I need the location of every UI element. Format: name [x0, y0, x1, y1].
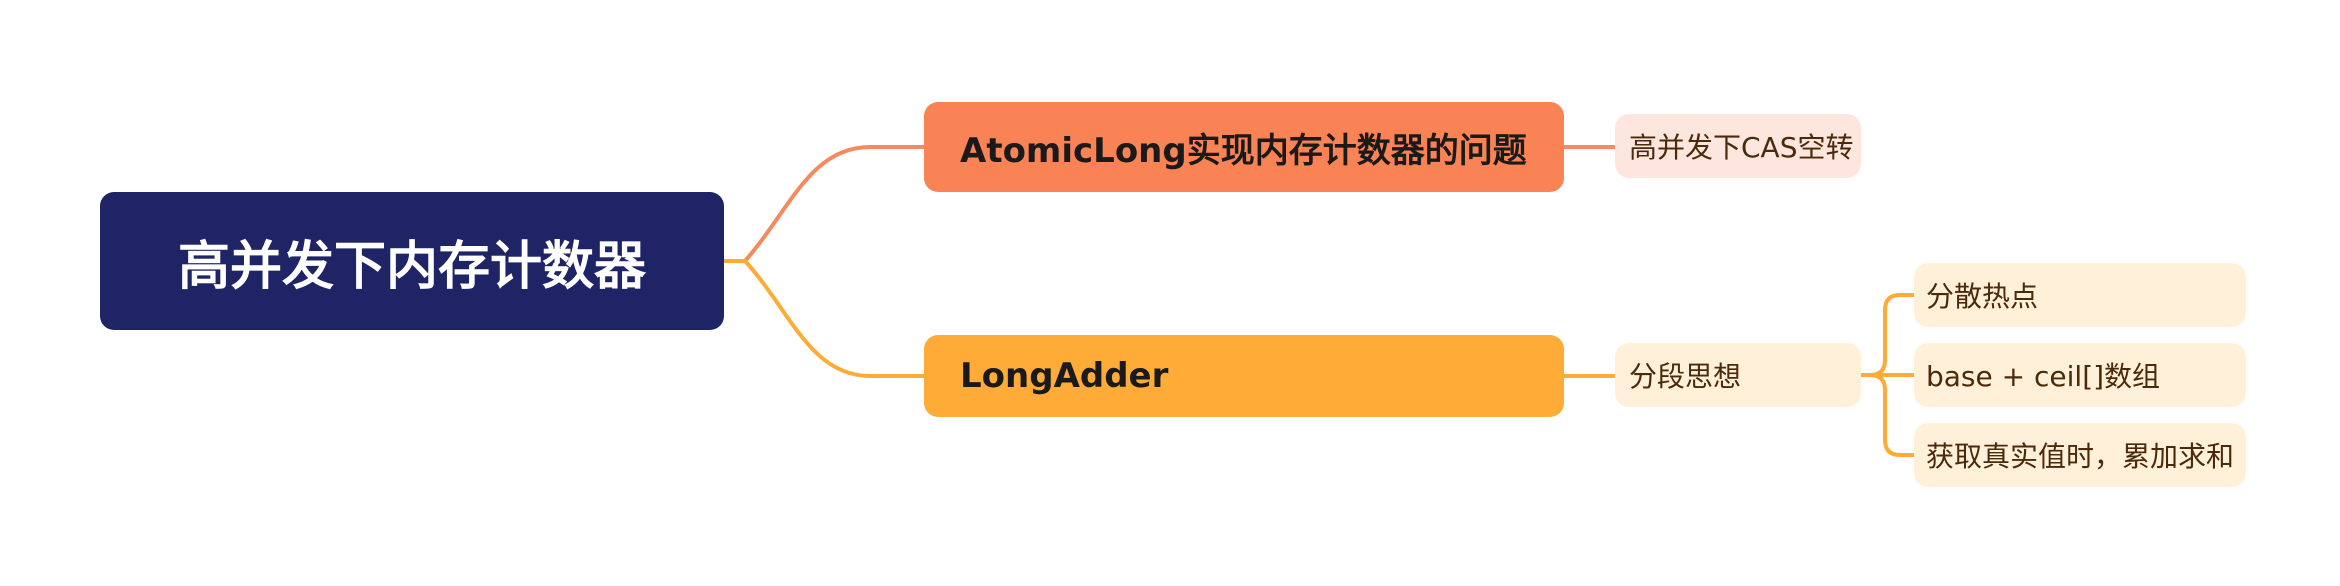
detail-disperse-hotspot-label: 分散热点 — [1926, 280, 2039, 313]
branch-atomiclong-problem[interactable]: AtomicLong实现内存计数器的问题 — [924, 102, 1564, 192]
segment-to-hotspot-connector — [1861, 293, 1914, 377]
mind-map: 高并发下内存计数器 AtomicLong实现内存计数器的问题 LongAdder… — [0, 0, 2340, 586]
detail-base-cell-array-label: base + ceil[]数组 — [1926, 360, 2161, 393]
root-to-branch-2-connector — [724, 259, 924, 378]
subtopic-segment-idea[interactable]: 分段思想 — [1615, 343, 1861, 407]
subtopic-cas-spin-label: 高并发下CAS空转 — [1629, 131, 1854, 164]
detail-accumulate-sum-label: 获取真实值时，累加求和 — [1926, 440, 2235, 473]
branch-atomiclong-problem-label: AtomicLong实现内存计数器的问题 — [960, 130, 1527, 171]
root-to-branch-1-connector — [724, 145, 924, 263]
detail-accumulate-sum[interactable]: 获取真实值时，累加求和 — [1914, 423, 2246, 487]
branch-longadder-label: LongAdder — [960, 356, 1169, 396]
branch-longadder[interactable]: LongAdder — [924, 335, 1564, 417]
root-topic[interactable]: 高并发下内存计数器 — [100, 192, 724, 330]
subtopic-cas-spin[interactable]: 高并发下CAS空转 — [1615, 114, 1861, 178]
segment-to-sum-connector — [1861, 373, 1914, 457]
root-topic-label: 高并发下内存计数器 — [177, 236, 646, 297]
detail-base-cell-array[interactable]: base + ceil[]数组 — [1914, 343, 2246, 407]
subtopic-segment-idea-label: 分段思想 — [1629, 360, 1742, 393]
detail-disperse-hotspot[interactable]: 分散热点 — [1914, 263, 2246, 327]
